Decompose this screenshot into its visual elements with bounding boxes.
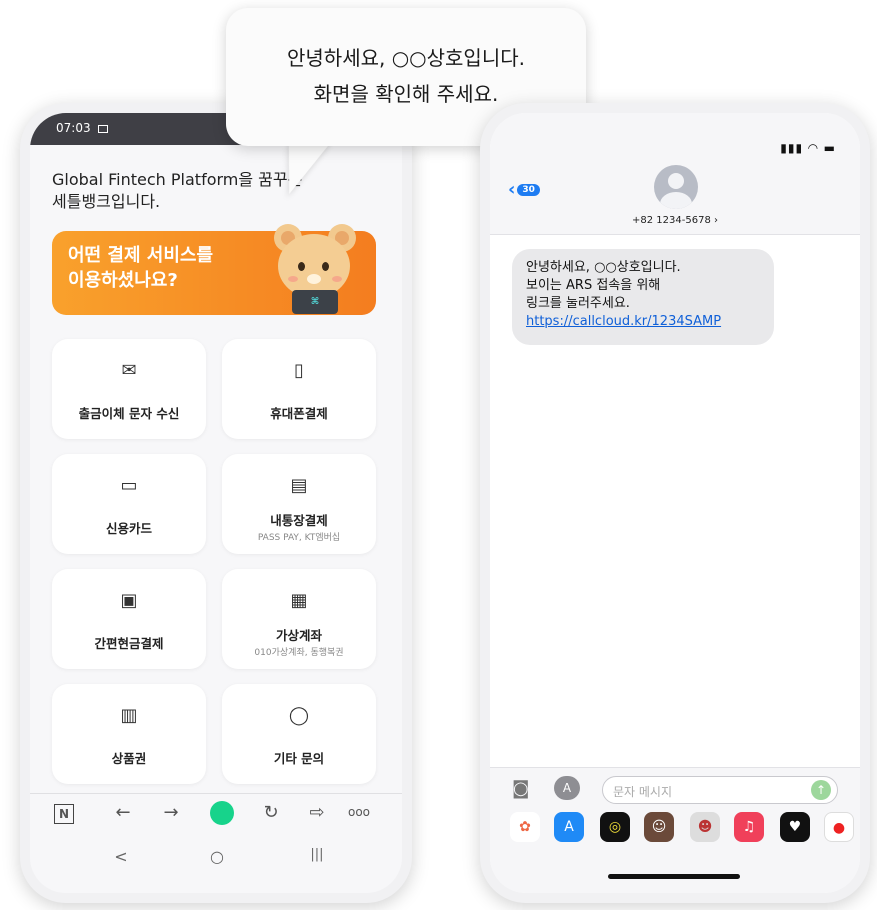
forward-button[interactable]: → <box>158 802 184 823</box>
nav-home-button[interactable]: ○ <box>202 847 232 866</box>
card-label: 신용카드 <box>105 521 152 536</box>
greeting-text: Global Fintech Platform을 꿈꾸는 세틀뱅크입니다. <box>52 169 382 213</box>
card-label: 내통장결제 <box>270 513 328 528</box>
card-credit-card[interactable]: ▭ 신용카드 <box>52 454 206 554</box>
gallery-icon <box>98 124 109 133</box>
message-input-area: ◙ A 문자 메시지 ↑ ✿ A ◎ ☺ ☻ ♫ ♥ ● <box>490 767 860 893</box>
music-app-icon[interactable]: ♫ <box>734 812 764 842</box>
card-label: 출금이체 문자 수신 <box>78 406 180 421</box>
gift-voucher-icon: ▥ <box>120 705 138 726</box>
message-input-placeholder: 문자 메시지 <box>613 785 673 799</box>
iphone: ▮▮▮ ◠ ▬ ‹ 30 +82 1234-5678 › 안녕하세요, ○○상호입… <box>480 103 870 903</box>
credit-card-icon: ▭ <box>120 475 138 496</box>
bank-account-icon: ▤ <box>290 475 308 496</box>
more-apps-icon[interactable]: ● <box>824 812 854 842</box>
bear-cheek <box>332 276 342 282</box>
digital-touch-icon[interactable]: ♥ <box>780 812 810 842</box>
greeting-line-1: Global Fintech Platform을 꿈꾸는 <box>52 170 303 189</box>
contact-avatar[interactable] <box>654 165 698 209</box>
greeting-line-2: 세틀뱅크입니다. <box>52 192 161 211</box>
bear-eye <box>322 262 329 271</box>
card-label: 간편현금결제 <box>94 636 164 651</box>
message-line-2: 보이는 ARS 접속을 위해 <box>526 278 661 293</box>
status-time: 07:03 <box>56 121 91 135</box>
messages-back-button[interactable]: ‹ 30 <box>508 179 540 200</box>
mobile-phone-icon: ▯ <box>294 360 304 381</box>
received-message-bubble: 안녕하세요, ○○상호입니다. 보이는 ARS 접속을 위해 링크를 눌러주세요… <box>512 249 774 345</box>
card-label: 기타 문의 <box>273 751 325 766</box>
virtual-account-icon: ▦ <box>290 590 308 611</box>
envelope-icon: ✉ <box>121 360 137 381</box>
app-store-app-icon[interactable]: A <box>554 812 584 842</box>
card-bank-account-payment[interactable]: ▤ 내통장결제 PASS PAY, KT엠버십 <box>222 454 376 554</box>
camera-icon[interactable]: ◙ <box>512 778 529 799</box>
laptop-icon: ⌘ <box>292 290 338 314</box>
wallet-icon: ▣ <box>120 590 138 611</box>
card-label: 상품권 <box>111 751 147 766</box>
app-store-icon[interactable]: A <box>554 776 580 800</box>
share-button[interactable]: ⇨ <box>304 802 330 823</box>
bear-cheek <box>288 276 298 282</box>
card-label: 가상계좌 <box>275 628 322 643</box>
home-indicator[interactable] <box>608 874 740 879</box>
send-arrow-icon[interactable]: ↑ <box>811 780 831 800</box>
card-label: 휴대폰결제 <box>270 406 328 421</box>
bear-mascot: ⌘ <box>272 222 360 318</box>
browser-toolbar: N ← → ↻ ⇨ ooo <box>30 793 402 833</box>
memoji-app-icon[interactable]: ☺ <box>644 812 674 842</box>
imessage-app-drawer: ✿ A ◎ ☺ ☻ ♫ ♥ ● <box>510 812 860 844</box>
card-withdrawal-sms[interactable]: ✉ 출금이체 문자 수신 <box>52 339 206 439</box>
naver-button[interactable]: N <box>54 804 74 824</box>
chat-bubble-icon: ◯ <box>288 705 310 726</box>
photos-app-icon[interactable]: ✿ <box>510 812 540 842</box>
message-line-1: 안녕하세요, ○○상호입니다. <box>526 260 681 275</box>
ars-link[interactable]: https://callcloud.kr/1234SAMP <box>526 314 721 329</box>
back-button[interactable]: ← <box>110 802 136 823</box>
system-navigation-bar: < ○ ||| <box>30 833 402 893</box>
messages-header: ▮▮▮ ◠ ▬ ‹ 30 +82 1234-5678 › <box>490 113 860 235</box>
memoji-stickers-icon[interactable]: ☻ <box>690 812 720 842</box>
green-dot-button[interactable] <box>210 801 234 825</box>
card-easy-cash-payment[interactable]: ▣ 간편현금결제 <box>52 569 206 669</box>
message-line-3: 링크를 눌러주세요. <box>526 296 630 311</box>
card-virtual-account[interactable]: ▦ 가상계좌 010가상계좌, 동행복권 <box>222 569 376 669</box>
more-button[interactable]: ooo <box>346 805 372 819</box>
card-sublabel: PASS PAY, KT엠버십 <box>257 533 341 543</box>
nav-recents-button[interactable]: ||| <box>302 847 332 862</box>
card-other-inquiry[interactable]: ◯ 기타 문의 <box>222 684 376 784</box>
card-sublabel: 010가상계좌, 동행복권 <box>254 648 344 658</box>
bear-snout <box>307 274 321 284</box>
card-gift-voucher[interactable]: ▥ 상품권 <box>52 684 206 784</box>
signal-wifi-battery-icons: ▮▮▮ ◠ ▬ <box>780 141 836 155</box>
message-input[interactable]: 문자 메시지 ↑ <box>602 776 838 804</box>
unread-badge: 30 <box>517 184 540 196</box>
activity-app-icon[interactable]: ◎ <box>600 812 630 842</box>
bear-head <box>278 234 350 298</box>
contact-phone-number[interactable]: +82 1234-5678 › <box>490 215 860 226</box>
card-mobile-payment[interactable]: ▯ 휴대폰결제 <box>222 339 376 439</box>
iphone-screen: ▮▮▮ ◠ ▬ ‹ 30 +82 1234-5678 › 안녕하세요, ○○상호입… <box>490 113 860 893</box>
bear-eye <box>298 262 305 271</box>
bubble-line-1: 안녕하세요, ○○상호입니다. <box>287 46 525 70</box>
refresh-button[interactable]: ↻ <box>258 802 284 823</box>
nav-back-button[interactable]: < <box>106 847 136 866</box>
